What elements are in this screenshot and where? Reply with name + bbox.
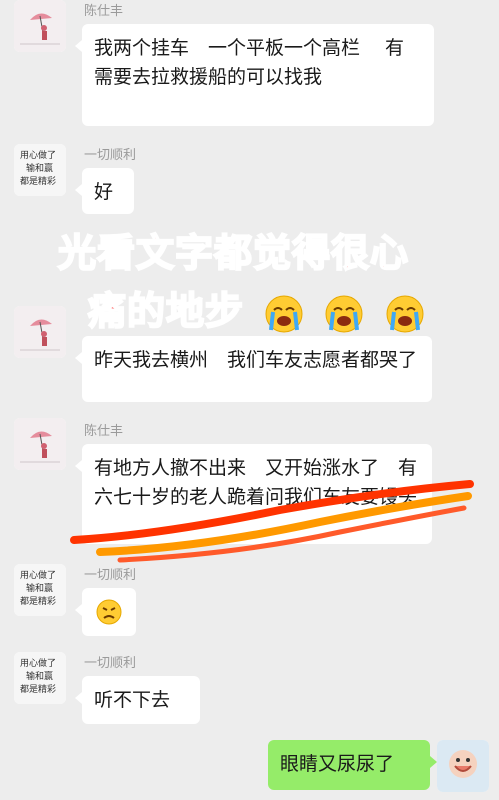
svg-text:用心做了: 用心做了 [20, 149, 56, 161]
my-message-bubble[interactable]: 眼睛又尿尿了 [268, 740, 437, 790]
message-bubble[interactable]: 好 [75, 168, 134, 214]
sender-name: 一切顺利 [84, 568, 137, 583]
message-bubble[interactable]: 昨天我去横州 我们车友志愿者都哭了 [75, 336, 432, 402]
svg-text:输和赢: 输和赢 [26, 582, 53, 594]
loudly-crying-face-icon [386, 295, 424, 332]
svg-text:都是精彩: 都是精彩 [20, 175, 56, 187]
svg-text:都是精彩: 都是精彩 [20, 683, 56, 695]
loudly-crying-face-icon [265, 295, 303, 332]
sender-name: 一切顺利 [84, 148, 137, 163]
underline-stroke [70, 480, 474, 563]
sender-name: 一切顺利 [84, 656, 137, 671]
loudly-crying-face-icon [325, 295, 363, 332]
avatar[interactable] [14, 306, 66, 358]
svg-text:都是精彩: 都是精彩 [20, 595, 56, 607]
avatar[interactable]: 用心做了 输和赢 都是精彩 [14, 652, 66, 704]
my-avatar[interactable] [437, 740, 489, 792]
overlay-caption-line2: 痛的地步 [87, 280, 425, 335]
svg-text:用心做了: 用心做了 [20, 569, 56, 581]
avatar[interactable] [14, 418, 66, 470]
svg-text:输和赢: 输和赢 [26, 162, 53, 174]
message-bubble[interactable]: 听不下去 [75, 676, 200, 724]
message-bubble[interactable]: 我两个挂车 一个平板一个高栏 有需要去拉救援船的可以找我 [75, 24, 434, 126]
sender-name: 陈仕丰 [84, 4, 124, 19]
message-bubble[interactable] [75, 588, 136, 636]
avatar[interactable]: 用心做了 输和赢 都是精彩 [14, 144, 66, 196]
sender-name: 陈仕丰 [84, 424, 124, 439]
svg-text:输和赢: 输和赢 [26, 670, 53, 682]
avatar[interactable]: 用心做了 输和赢 都是精彩 [14, 564, 66, 616]
svg-text:用心做了: 用心做了 [20, 657, 56, 669]
overlay-caption-line1: 光看文字都觉得很心 [57, 230, 410, 276]
sad-face-icon [96, 599, 122, 625]
avatar[interactable] [14, 0, 66, 52]
